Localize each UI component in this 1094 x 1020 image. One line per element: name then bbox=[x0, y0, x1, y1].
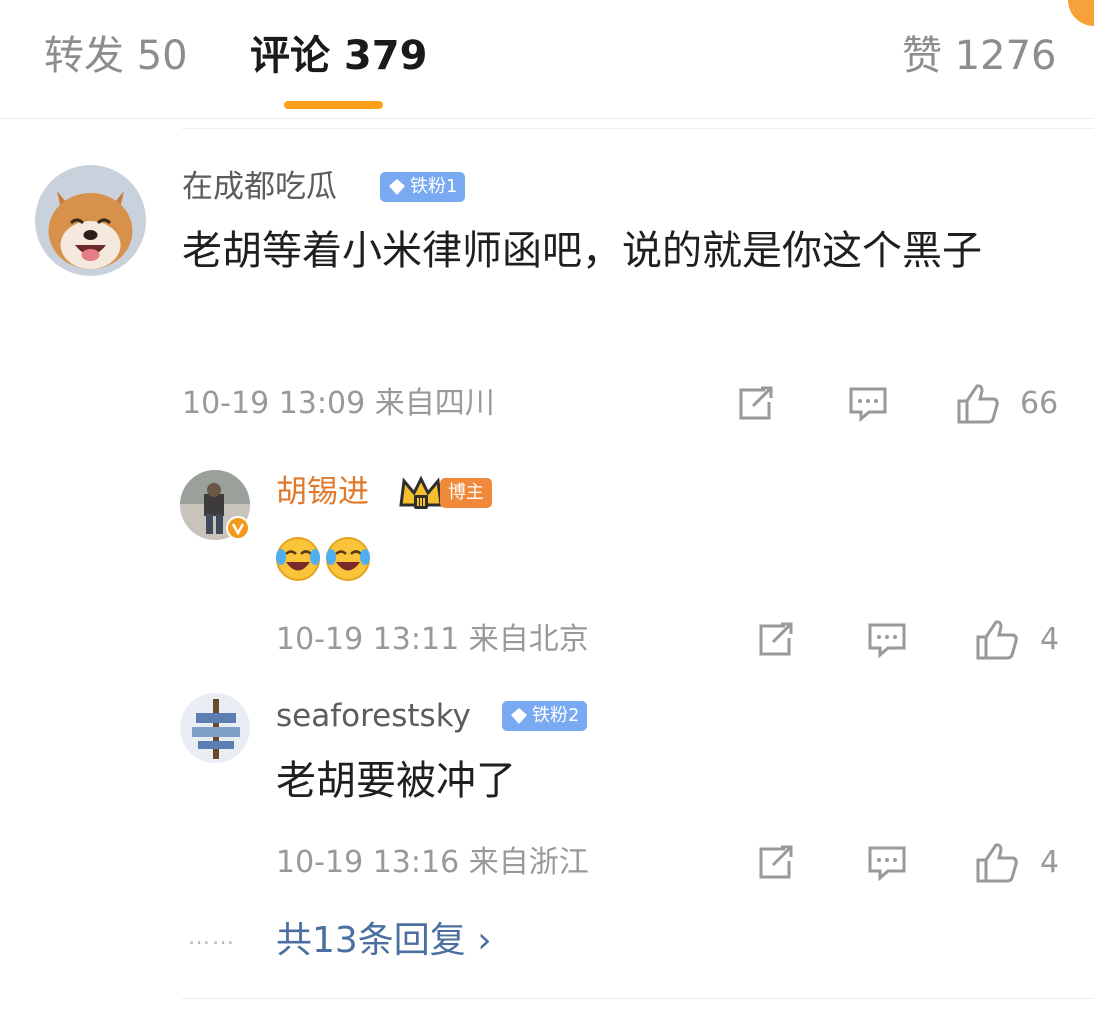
share-icon[interactable] bbox=[755, 843, 797, 883]
reply-username[interactable]: seaforestsky bbox=[276, 696, 471, 736]
like-count: 4 bbox=[1040, 622, 1060, 657]
avatar-shiba[interactable] bbox=[35, 165, 146, 276]
diamond-icon bbox=[511, 708, 527, 724]
crown-icon bbox=[399, 475, 443, 509]
like-icon[interactable] bbox=[955, 382, 1001, 426]
reply-meta: 10-19 13:11 来自北京 bbox=[276, 620, 589, 660]
fan-badge-label: 铁粉2 bbox=[532, 705, 580, 726]
share-icon[interactable] bbox=[735, 384, 777, 424]
reply-meta: 10-19 13:16 来自浙江 bbox=[276, 843, 589, 883]
comment-time: 10-19 13:09 bbox=[182, 386, 366, 421]
author-badge[interactable]: 博主 bbox=[440, 478, 492, 508]
comment-meta: 10-19 13:09 来自四川 bbox=[182, 384, 495, 424]
comment-icon[interactable] bbox=[866, 620, 908, 660]
reply-location: 来自浙江 bbox=[468, 845, 589, 880]
active-tab-indicator bbox=[284, 101, 383, 109]
more-dots: …… bbox=[188, 925, 236, 950]
like-icon[interactable] bbox=[974, 841, 1020, 885]
avatar-seaforestsky[interactable] bbox=[180, 693, 250, 763]
comment-tabs: 转发 50 评论 379 赞 1276 bbox=[0, 0, 1094, 118]
fan-badge[interactable]: 铁粉2 bbox=[502, 701, 588, 731]
reply-time: 10-19 13:11 bbox=[276, 622, 460, 657]
reply-location: 来自北京 bbox=[468, 622, 589, 657]
more-replies-link[interactable]: 共13条回复 › bbox=[276, 916, 492, 966]
tab-repost[interactable]: 转发 50 bbox=[44, 28, 188, 84]
comment-icon[interactable] bbox=[847, 384, 889, 424]
fan-badge[interactable]: 铁粉1 bbox=[380, 172, 466, 202]
laugh-cry-emoji bbox=[276, 537, 370, 581]
divider bbox=[182, 128, 1094, 129]
verified-icon bbox=[226, 516, 250, 540]
comment-text: 老胡等着小米律师函吧，说的就是你这个黑子 bbox=[182, 228, 982, 274]
like-count: 66 bbox=[1020, 386, 1059, 421]
divider bbox=[182, 998, 1094, 999]
like-count: 4 bbox=[1040, 845, 1060, 880]
tab-likes[interactable]: 赞 1276 bbox=[902, 28, 1057, 84]
reply-time: 10-19 13:16 bbox=[276, 845, 460, 880]
divider bbox=[0, 118, 1094, 119]
comment-icon[interactable] bbox=[866, 843, 908, 883]
comment-location: 来自四川 bbox=[374, 386, 495, 421]
share-icon[interactable] bbox=[755, 620, 797, 660]
reply-text: 老胡要被冲了 bbox=[276, 758, 516, 804]
like-icon[interactable] bbox=[974, 618, 1020, 662]
reply-username[interactable]: 胡锡进 bbox=[276, 472, 369, 512]
tab-comments[interactable]: 评论 379 bbox=[250, 28, 427, 84]
comment-username[interactable]: 在成都吃瓜 bbox=[182, 167, 337, 207]
fan-badge-label: 铁粉1 bbox=[410, 176, 458, 197]
diamond-icon bbox=[389, 179, 405, 195]
